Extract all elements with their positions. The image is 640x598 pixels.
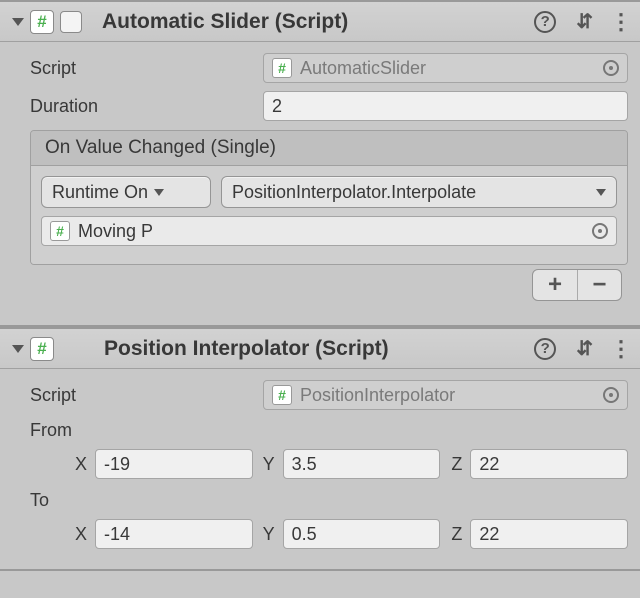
to-label: To <box>30 490 49 511</box>
chevron-down-icon <box>596 189 606 196</box>
object-picker-icon[interactable] <box>603 387 619 403</box>
context-menu-icon[interactable]: ⋮ <box>610 9 632 35</box>
duration-input[interactable] <box>263 91 628 121</box>
y-label: Y <box>253 524 283 545</box>
preset-icon[interactable]: ⇵ <box>576 9 590 34</box>
component-automatic-slider: # Automatic Slider (Script) ? ⇵ ⋮ Script… <box>0 0 640 327</box>
component-header[interactable]: # Automatic Slider (Script) ? ⇵ ⋮ <box>0 2 640 42</box>
script-icon-small: # <box>272 58 292 78</box>
event-footer: + − <box>30 265 628 311</box>
script-label: Script <box>30 385 263 406</box>
component-title: Position Interpolator (Script) <box>104 337 534 361</box>
component-title: Automatic Slider (Script) <box>102 10 534 34</box>
script-icon: # <box>30 337 54 361</box>
vector-from: From X Y Z <box>30 415 628 481</box>
script-row: Script # AutomaticSlider <box>30 50 628 86</box>
runtime-mode-dropdown[interactable]: Runtime On <box>41 176 211 208</box>
x-label: X <box>65 524 95 545</box>
vector-to: To X Y Z <box>30 485 628 551</box>
to-z-input[interactable] <box>470 519 628 549</box>
foldout-icon[interactable] <box>12 345 24 353</box>
script-row: Script # PositionInterpolator <box>30 377 628 413</box>
method-dropdown[interactable]: PositionInterpolator.Interpolate <box>221 176 617 208</box>
foldout-icon[interactable] <box>12 18 24 26</box>
script-field[interactable]: # AutomaticSlider <box>263 53 628 83</box>
enable-checkbox[interactable] <box>60 11 82 33</box>
object-picker-icon[interactable] <box>603 60 619 76</box>
script-value: PositionInterpolator <box>300 385 603 406</box>
event-header: On Value Changed (Single) <box>31 131 627 166</box>
script-icon-small: # <box>50 221 70 241</box>
to-x-input[interactable] <box>95 519 253 549</box>
component-body: Script # PositionInterpolator From X Y Z… <box>0 369 640 569</box>
event-target-value: Moving P <box>78 221 592 242</box>
add-remove-group: + − <box>532 269 622 301</box>
event-body: Runtime On PositionInterpolator.Interpol… <box>31 166 627 264</box>
from-x-input[interactable] <box>95 449 253 479</box>
help-icon[interactable]: ? <box>534 11 556 33</box>
component-header[interactable]: # Position Interpolator (Script) ? ⇵ ⋮ <box>0 329 640 369</box>
y-label: Y <box>253 454 283 475</box>
add-listener-button[interactable]: + <box>533 270 577 300</box>
duration-label: Duration <box>30 96 263 117</box>
chevron-down-icon <box>154 189 164 196</box>
x-label: X <box>65 454 95 475</box>
from-y-input[interactable] <box>283 449 441 479</box>
script-icon: # <box>30 10 54 34</box>
from-label: From <box>30 420 72 441</box>
from-z-input[interactable] <box>470 449 628 479</box>
script-label: Script <box>30 58 263 79</box>
help-icon[interactable]: ? <box>534 338 556 360</box>
script-value: AutomaticSlider <box>300 58 603 79</box>
remove-listener-button[interactable]: − <box>577 270 621 300</box>
z-label: Z <box>440 524 470 545</box>
method-label: PositionInterpolator.Interpolate <box>232 182 590 203</box>
unity-event: On Value Changed (Single) Runtime On Pos… <box>30 130 628 265</box>
z-label: Z <box>440 454 470 475</box>
duration-row: Duration <box>30 88 628 124</box>
script-field[interactable]: # PositionInterpolator <box>263 380 628 410</box>
object-picker-icon[interactable] <box>592 223 608 239</box>
component-position-interpolator: # Position Interpolator (Script) ? ⇵ ⋮ S… <box>0 327 640 571</box>
runtime-mode-label: Runtime On <box>52 182 148 203</box>
script-icon-small: # <box>272 385 292 405</box>
to-y-input[interactable] <box>283 519 441 549</box>
context-menu-icon[interactable]: ⋮ <box>610 336 632 362</box>
component-body: Script # AutomaticSlider Duration On Val… <box>0 42 640 325</box>
preset-icon[interactable]: ⇵ <box>576 336 590 361</box>
event-target-field[interactable]: # Moving P <box>41 216 617 246</box>
